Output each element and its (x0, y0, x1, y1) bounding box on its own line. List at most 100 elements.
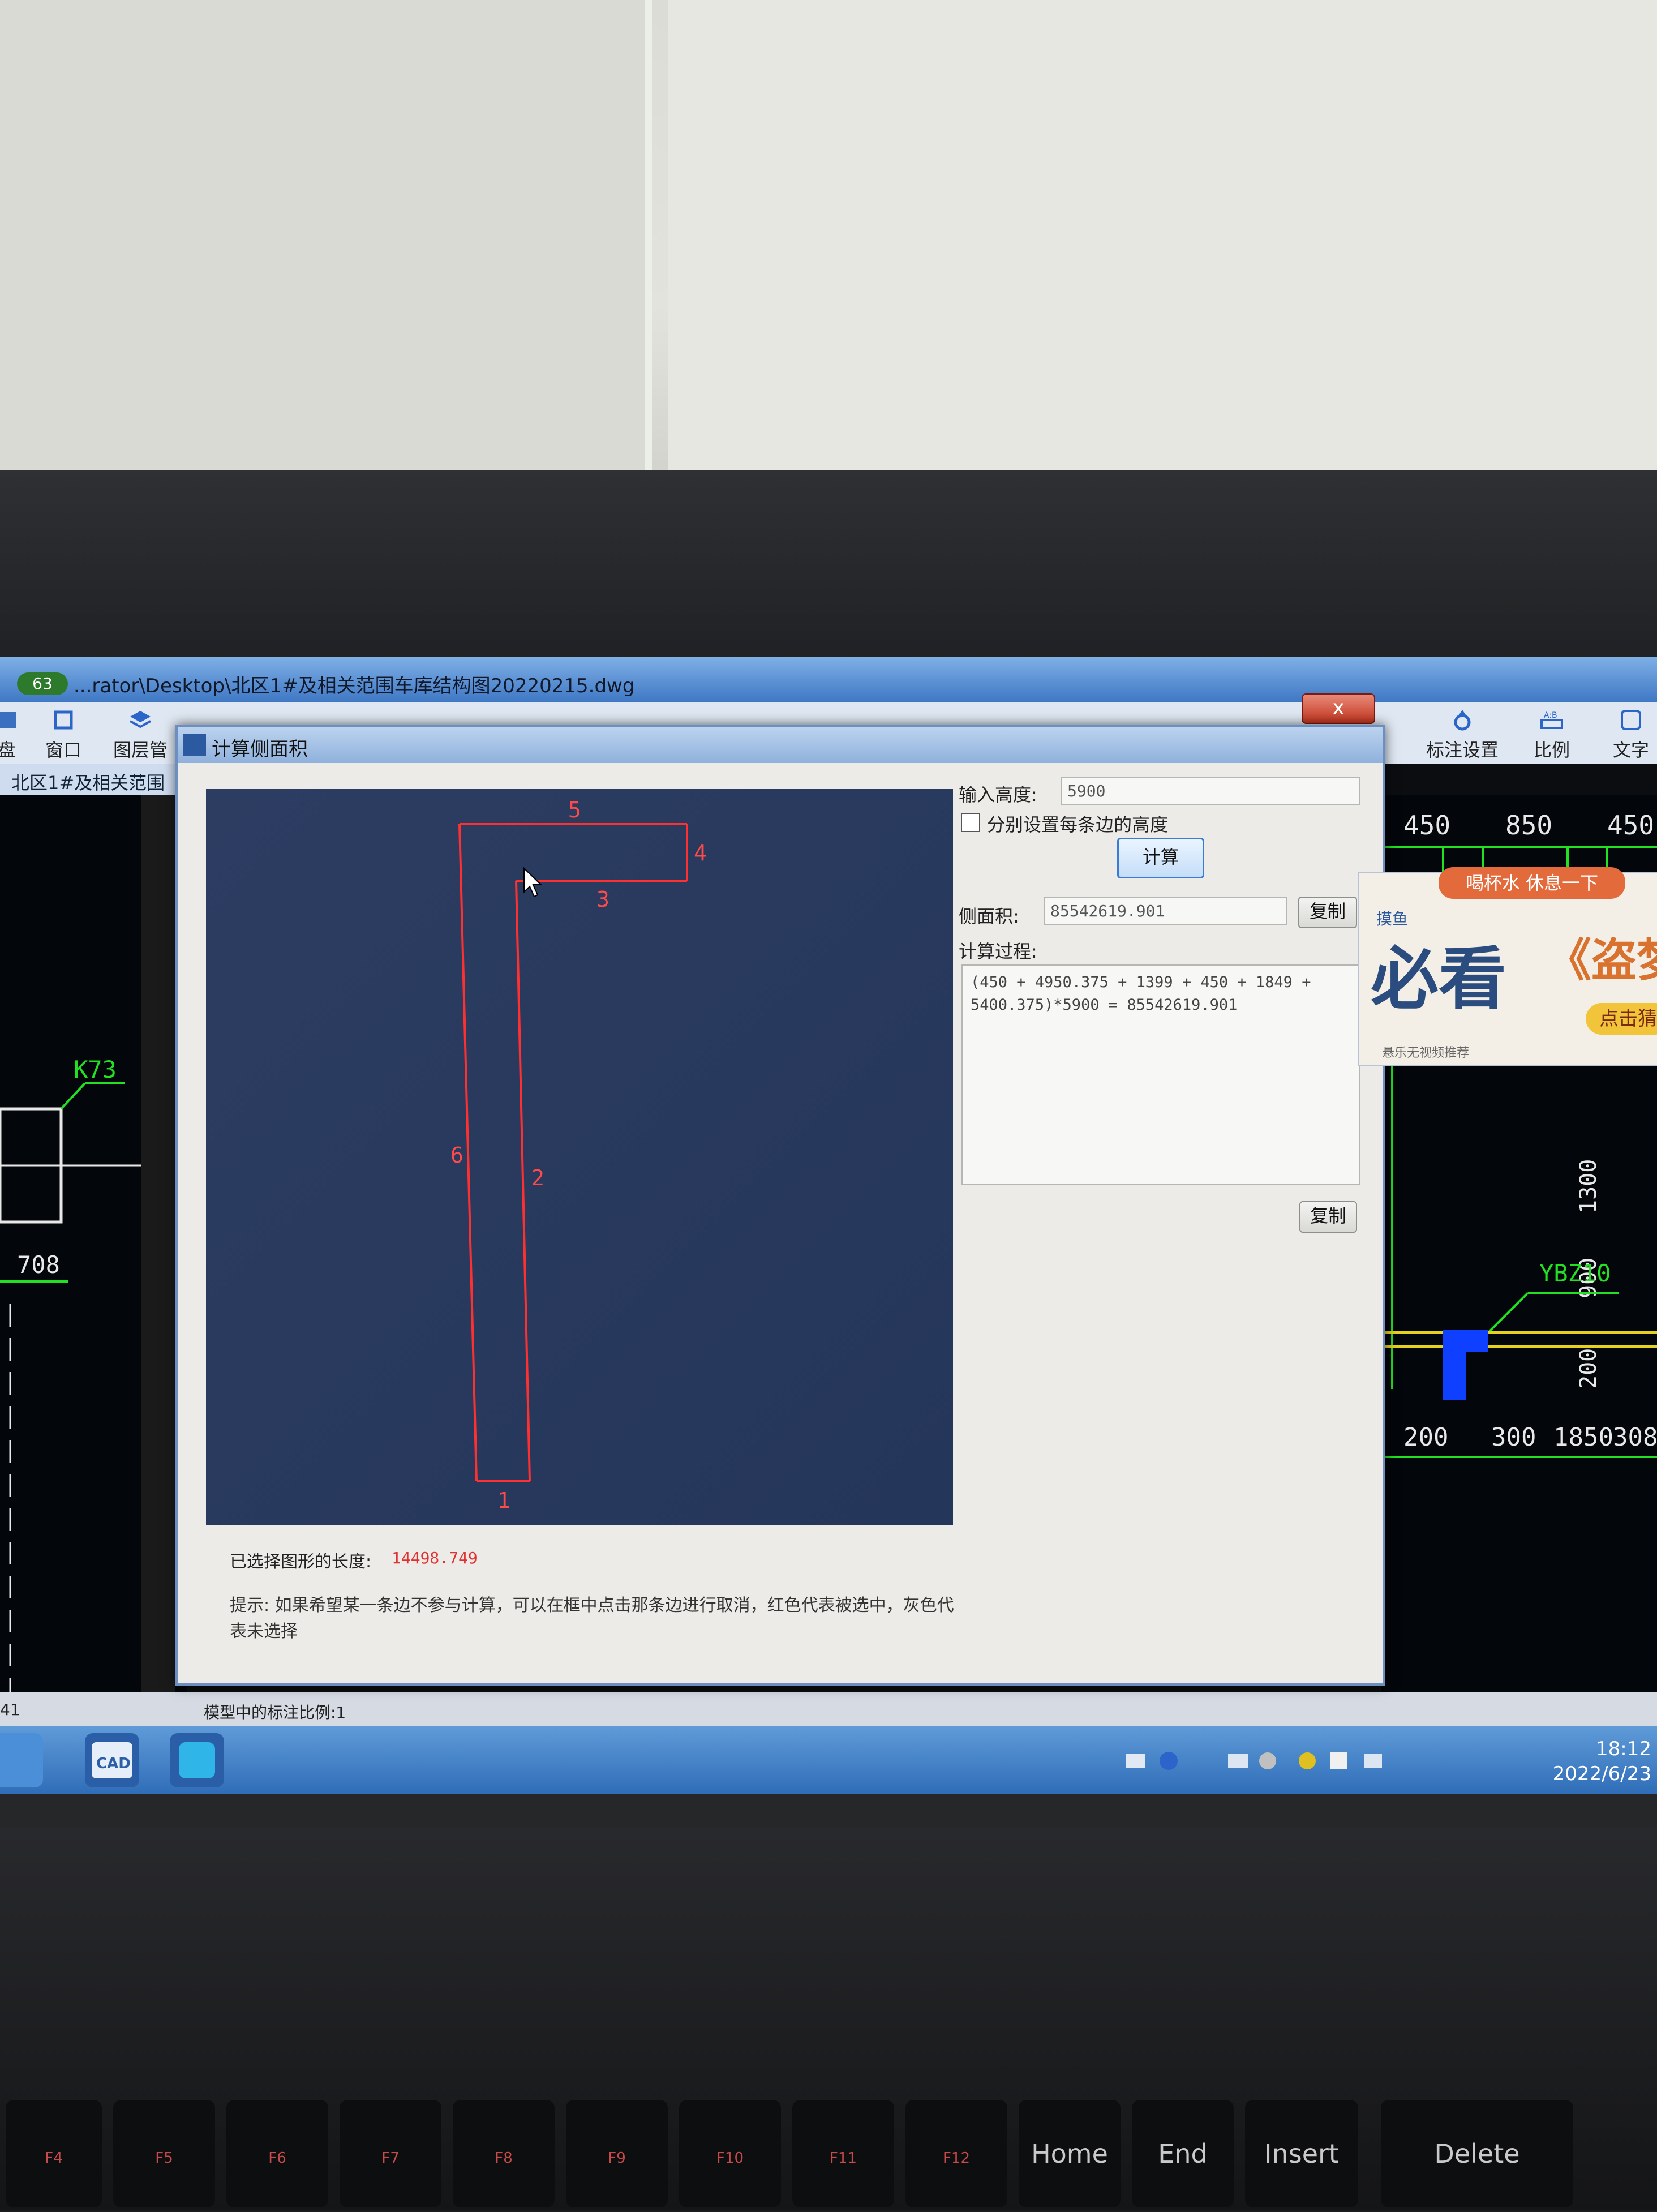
taskbar: CAD 18:12 2022/6/23 (0, 1726, 1657, 1794)
layers-icon (130, 711, 151, 728)
tool-scale[interactable]: A:B 比例 (1534, 708, 1570, 762)
separate-height-checkbox[interactable] (961, 813, 980, 832)
dialog-titlebar: 计算侧面积 (178, 727, 1383, 763)
tool-dim-settings[interactable]: 标注设置 (1426, 708, 1499, 762)
key-label: F9 (608, 2150, 626, 2167)
start-button[interactable] (0, 1733, 43, 1787)
cad-dim-bottom-1: 200 (1403, 1423, 1448, 1452)
key-f6[interactable]: F6 (226, 2100, 328, 2207)
status-scale: 模型中的标注比例:1 (204, 1703, 346, 1722)
key-label: F10 (716, 2150, 744, 2167)
calculate-button[interactable]: 计算 (1117, 838, 1204, 878)
laptop-bezel (0, 470, 1657, 1047)
key-f5[interactable]: F5 (113, 2100, 215, 2207)
tool-text[interactable]: 文字 (1613, 708, 1649, 762)
app-titlebar: 63 ...rator\Desktop\北区1#及相关范围车库结构图202202… (0, 657, 1657, 702)
key-label: Insert (1264, 2138, 1339, 2169)
window-title: ...rator\Desktop\北区1#及相关范围车库结构图20220215.… (74, 675, 635, 697)
tool-label: 比例 (1534, 739, 1570, 761)
ad-footer: 悬乐无视频推荐 (1382, 1046, 1470, 1060)
tool-layer[interactable]: 图层管 (113, 708, 168, 762)
document-tab[interactable]: 北区1#及相关范围 (0, 764, 181, 795)
cad-dim-top-3: 450 (1607, 810, 1654, 841)
tool-label: 标注设置 (1426, 739, 1499, 761)
cad-app-icon: CAD (92, 1742, 132, 1778)
tool-label: 窗口 (45, 739, 82, 761)
process-label: 计算过程: (959, 941, 1037, 962)
tool-label: 文字 (1613, 739, 1650, 761)
window-icon (54, 710, 73, 730)
key-f9[interactable]: F9 (566, 2100, 668, 2207)
key-label: F11 (829, 2150, 857, 2167)
key-f7[interactable]: F7 (340, 2100, 441, 2207)
key-f10[interactable]: F10 (679, 2100, 781, 2207)
key-label: Delete (1434, 2138, 1520, 2169)
ad-cta-button[interactable]: 点击猜 (1586, 1003, 1657, 1035)
ad-popup[interactable]: 喝杯水 休息一下 摸鱼 必看 《盗梦 点击猜 悬乐无视频推荐 (1358, 867, 1657, 1066)
edge-label-4: 4 (694, 841, 707, 865)
key-f4[interactable]: F4 (6, 2100, 102, 2207)
cad-dim-top-2: 850 (1505, 810, 1552, 841)
document-tab-label: 北区1#及相关范围 (11, 772, 165, 794)
wall-panel-left (0, 0, 645, 498)
viewer-app-icon (179, 1742, 215, 1778)
process-textarea[interactable]: (450 + 4950.375 + 1399 + 450 + 1849 + 54… (961, 964, 1360, 1185)
calc-side-area-dialog: 计算侧面积 5 4 3 2 1 6 输入高度: 5900 分别设置每条边的高度 … (175, 725, 1385, 1686)
key-f8[interactable]: F8 (453, 2100, 555, 2207)
cad-label-ybz: YBZ10 (1539, 1259, 1611, 1287)
ad-title: 《盗梦 (1546, 934, 1657, 987)
dialog-app-icon (183, 734, 206, 756)
dim-settings-icon (1454, 710, 1471, 731)
key-label: F5 (155, 2150, 173, 2167)
background-wall (0, 0, 1657, 509)
copy-area-button[interactable]: 复制 (1298, 897, 1357, 928)
area-output[interactable]: 85542619.901 (1044, 897, 1287, 925)
key-label: F8 (495, 2150, 513, 2167)
app-badge: 63 (17, 672, 68, 695)
edge-label-1: 1 (497, 1488, 510, 1513)
ad-headline: 必看 (1371, 940, 1506, 1019)
tool-window[interactable]: 窗口 (45, 708, 81, 762)
tool-label: 图层管 (113, 739, 168, 761)
text-icon (1621, 710, 1641, 730)
edge-label-2: 2 (531, 1165, 544, 1190)
cad-drawing-left: K73 708 (0, 795, 175, 1692)
edge-label-6: 6 (450, 1143, 463, 1168)
taskbar-app-cad[interactable]: CAD (85, 1733, 139, 1787)
cad-canvas-left[interactable]: K73 708 (0, 795, 187, 1692)
key-f11[interactable]: F11 (792, 2100, 894, 2207)
system-clock[interactable]: 18:12 2022/6/23 (1553, 1737, 1651, 1786)
height-label: 输入高度: (959, 784, 1037, 805)
key-delete[interactable]: Delete (1381, 2100, 1573, 2207)
keyboard-hinge (0, 1794, 1657, 1828)
panel-icon (0, 712, 16, 728)
cad-dim-vert-1: 1300 (1576, 1159, 1602, 1214)
system-tray[interactable] (1126, 1747, 1386, 1775)
key-label: F6 (268, 2150, 286, 2167)
cad-dim-left: 708 (17, 1251, 60, 1279)
key-label: F7 (381, 2150, 400, 2167)
key-home[interactable]: Home (1019, 2100, 1121, 2207)
dialog-close-button[interactable]: x (1302, 693, 1375, 724)
height-input[interactable]: 5900 (1061, 777, 1360, 805)
key-f12[interactable]: F12 (905, 2100, 1007, 2207)
dialog-title: 计算侧面积 (212, 738, 308, 761)
edge-label-5: 5 (568, 798, 581, 822)
copy-process-button[interactable]: 复制 (1299, 1201, 1357, 1233)
key-insert[interactable]: Insert (1245, 2100, 1358, 2207)
shape-preview[interactable]: 5 4 3 2 1 6 (206, 789, 953, 1525)
edge-label-3: 3 (596, 887, 609, 912)
taskbar-app-viewer[interactable] (170, 1733, 224, 1787)
status-bar: 41 模型中的标注比例:1 (0, 1692, 1657, 1726)
svg-text:CAD: CAD (96, 1755, 131, 1772)
cad-dim-vert-3: 200 (1576, 1348, 1602, 1389)
selected-length-label: 已选择图形的长度: (230, 1552, 372, 1572)
key-label: F4 (45, 2150, 63, 2167)
ad-banner: 喝杯水 休息一下 (1439, 867, 1625, 899)
wall-panel-right (668, 0, 1657, 470)
area-label: 侧面积: (959, 906, 1019, 927)
cad-dim-bottom-3: 1850 (1553, 1423, 1613, 1452)
key-end[interactable]: End (1132, 2100, 1234, 2207)
cad-label-k: K73 (74, 1056, 117, 1083)
tool-panel[interactable]: 盘 (0, 708, 19, 762)
